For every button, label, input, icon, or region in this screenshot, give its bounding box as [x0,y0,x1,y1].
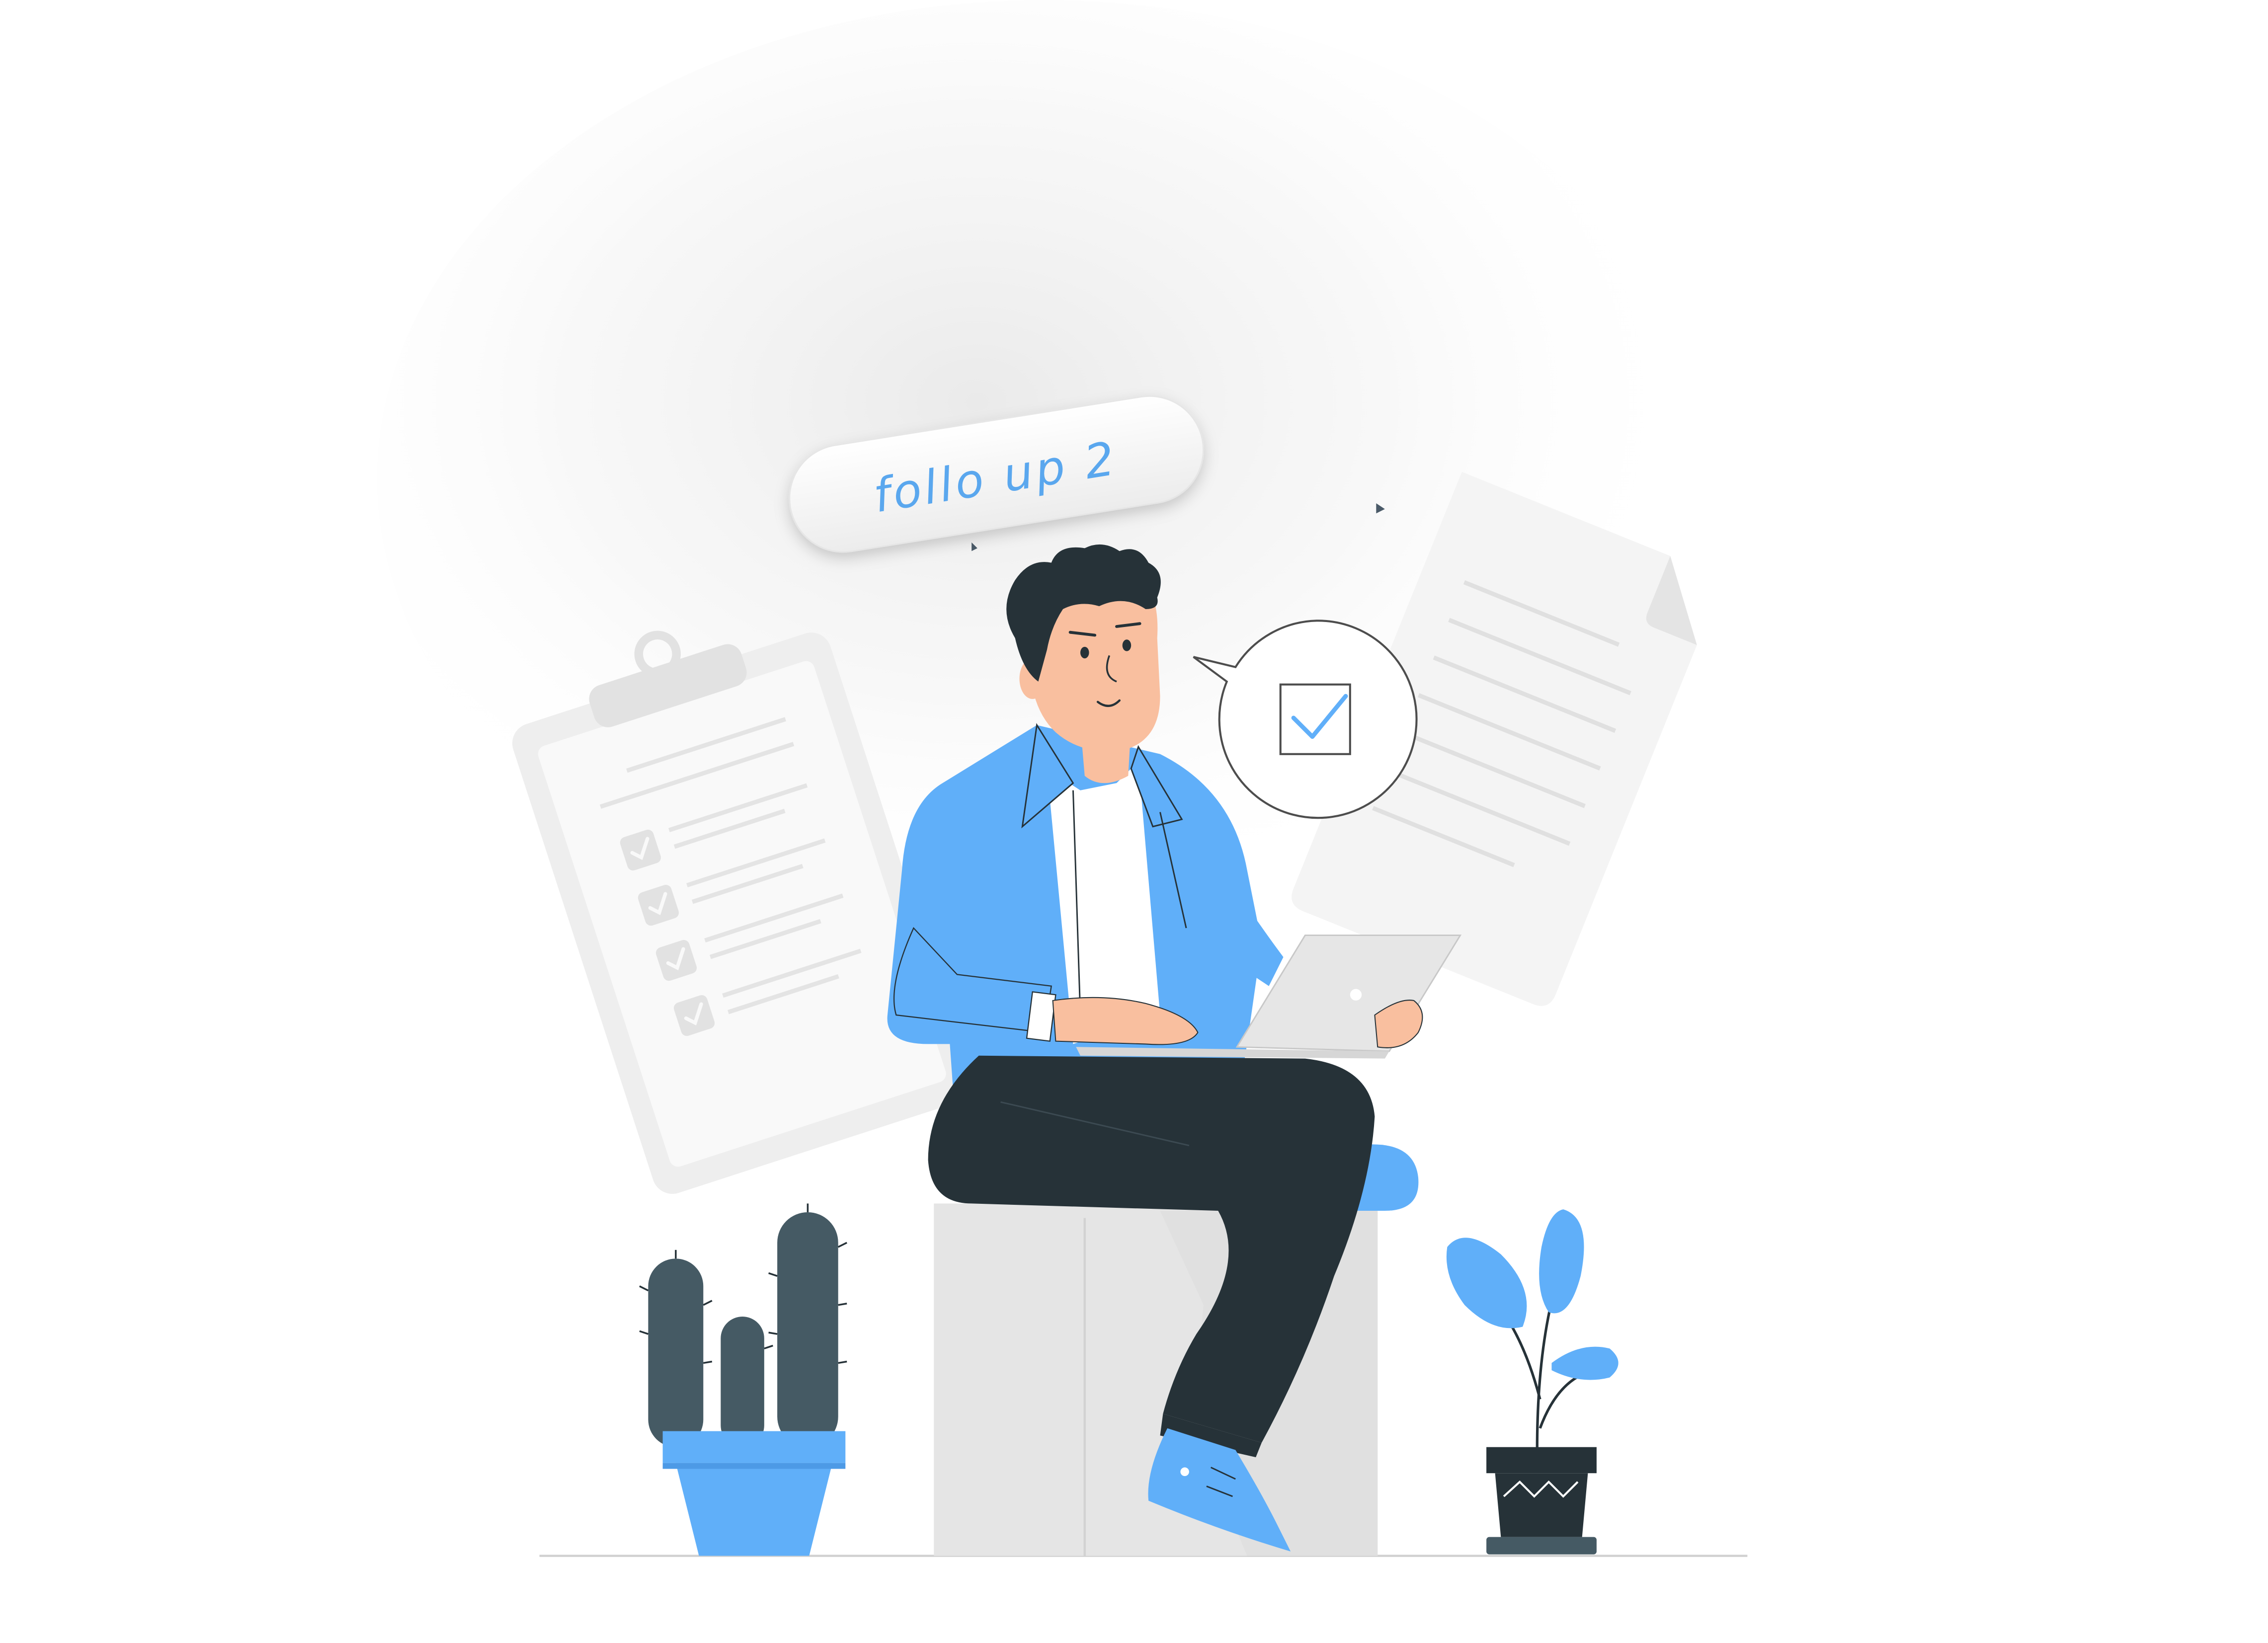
illustration-scene: follo up 2 [377,0,1748,1557]
cactus-pot-icon [639,1203,847,1556]
leaf-plant-pot-icon [1446,1209,1619,1555]
illustration-canvas: follo up 2 [0,0,2268,1643]
